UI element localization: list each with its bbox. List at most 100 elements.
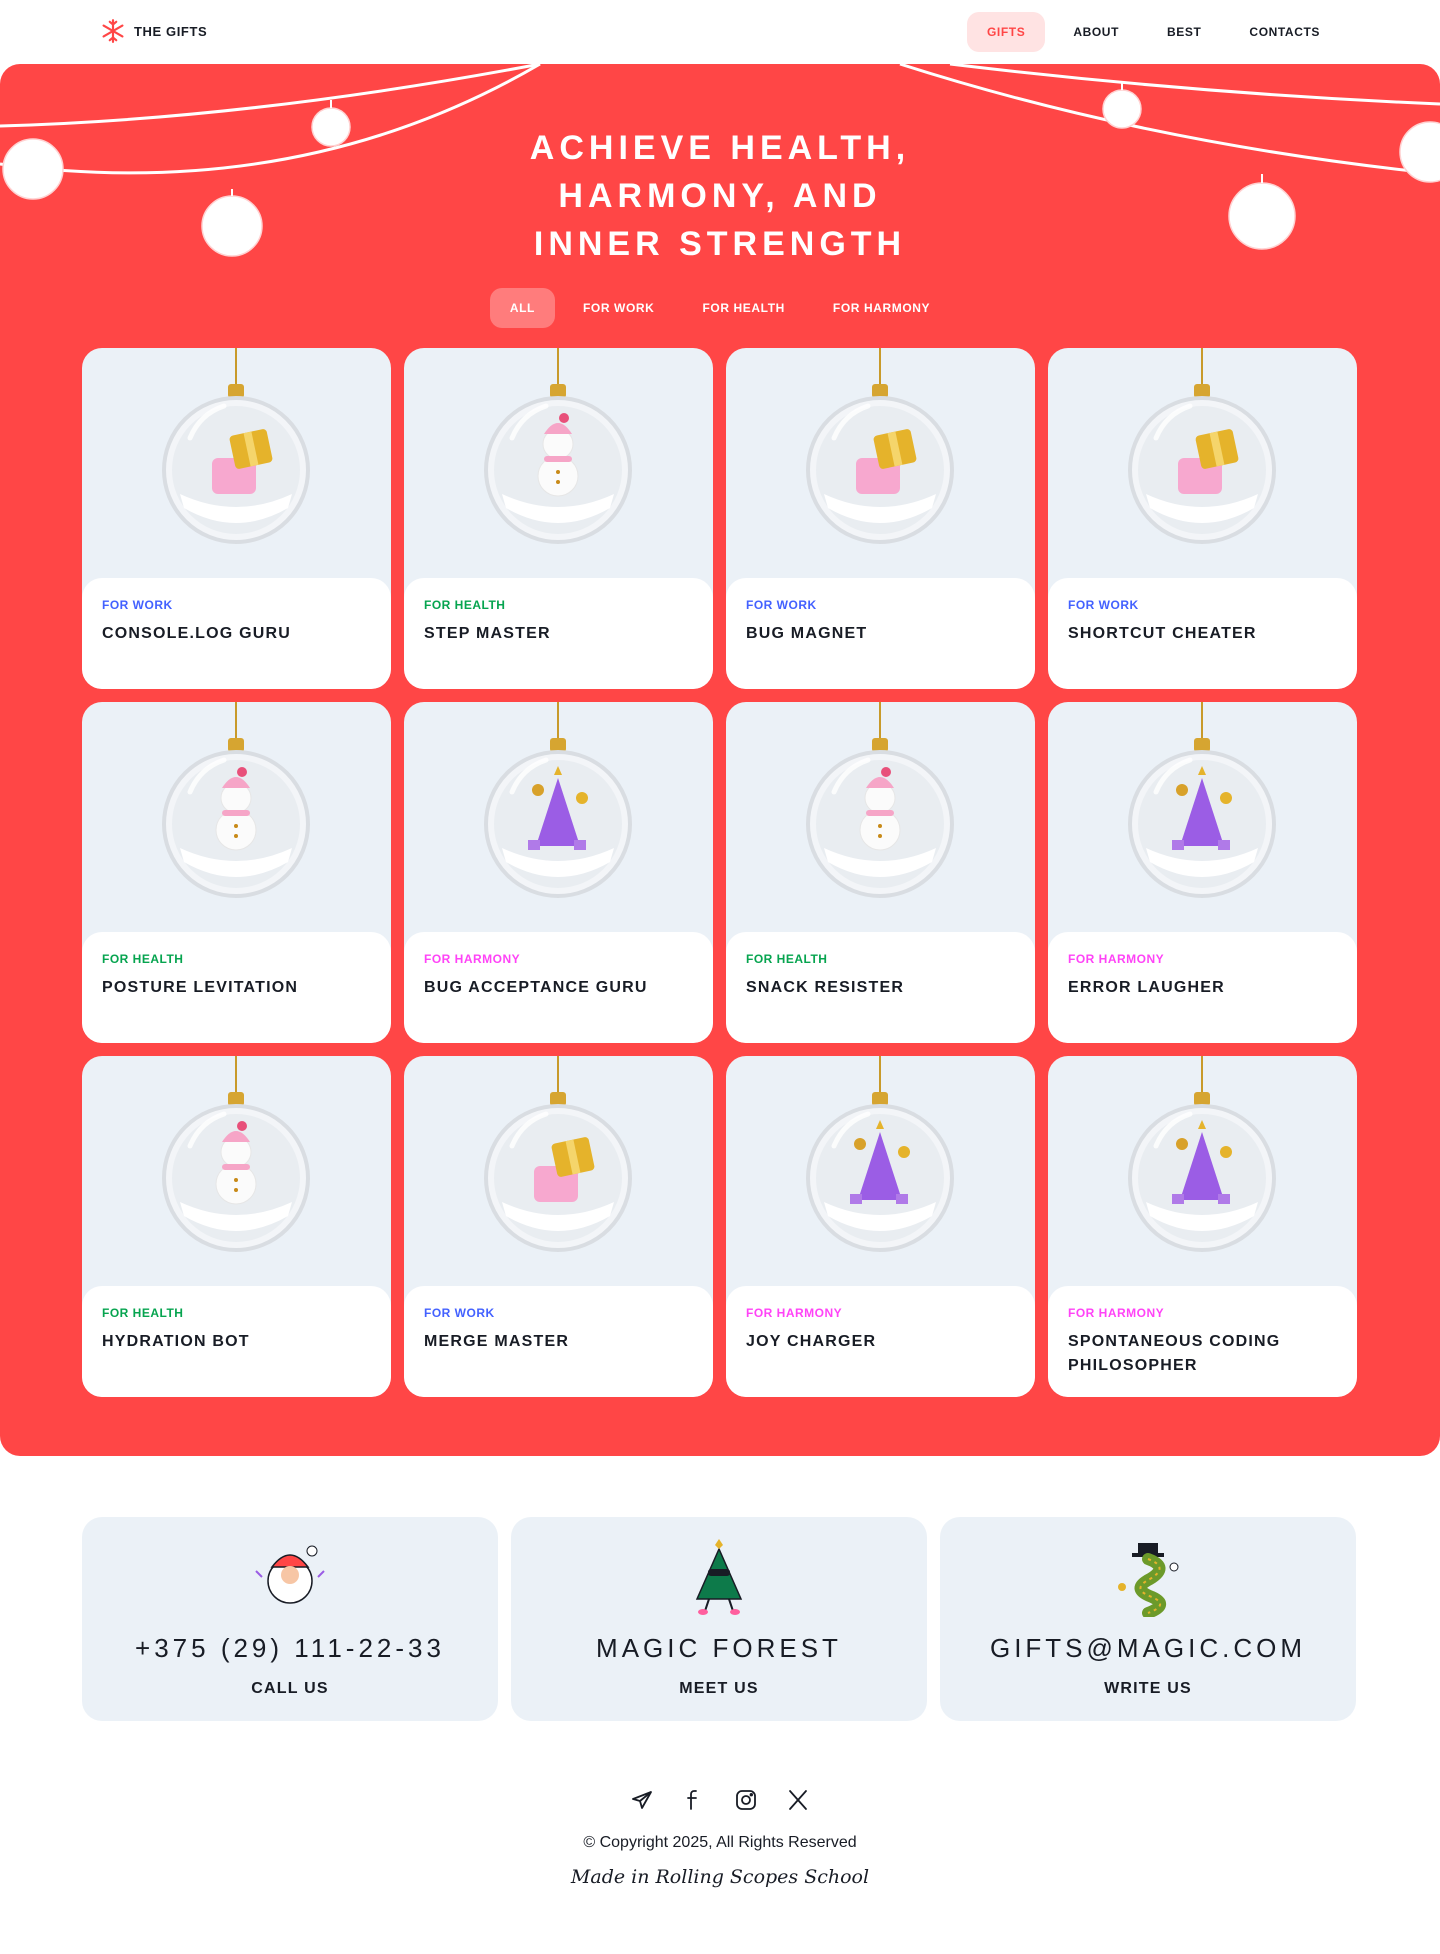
card-title: SPONTANEOUS CODING PHILOSOPHER: [1068, 1333, 1281, 1374]
tab-for-work[interactable]: FOR WORK: [563, 288, 674, 328]
contact-card[interactable]: +375 (29) 111-22-33 CALL US: [82, 1517, 498, 1721]
hero-title: ACHIEVE HEALTH, HARMONY, AND INNER STREN…: [420, 124, 1020, 268]
tab-for-harmony[interactable]: FOR HARMONY: [813, 288, 950, 328]
card-body: FOR HARMONY SPONTANEOUS CODING PHILOSOPHE…: [1048, 1286, 1357, 1397]
card-title: JOY CHARGER: [746, 1333, 877, 1350]
contact-value: +375 (29) 111-22-33: [135, 1633, 445, 1663]
card-body: FOR WORK MERGE MASTER: [404, 1286, 713, 1397]
gift-ornament-image: [484, 1056, 632, 1252]
contact-label: MEET US: [679, 1680, 759, 1697]
snowman-ornament-image: [162, 1056, 310, 1252]
tree-ornament-image: [1128, 1056, 1276, 1252]
card-title: MERGE MASTER: [424, 1333, 570, 1350]
christmas-tree-illustration: [695, 1539, 743, 1615]
card-category: FOR HEALTH: [424, 598, 506, 612]
gift-card[interactable]: FOR HEALTH SNACK RESISTER: [726, 702, 1035, 1043]
gift-ornament-image: [806, 348, 954, 544]
card-category: FOR HEALTH: [746, 952, 828, 966]
made-in-rss[interactable]: Made in Rolling Scopes School: [0, 1866, 1440, 1888]
card-title: BUG ACCEPTANCE GURU: [424, 979, 648, 996]
card-body: FOR HARMONY BUG ACCEPTANCE GURU: [404, 932, 713, 1043]
card-category: FOR HARMONY: [424, 952, 521, 966]
logo[interactable]: THE GIFTS: [100, 18, 207, 44]
snake-illustration: [1118, 1543, 1179, 1617]
card-title: SHORTCUT CHEATER: [1068, 625, 1257, 642]
site-header: THE GIFTS GIFTS ABOUT BEST CONTACTS: [0, 0, 1440, 64]
contact-label: CALL US: [251, 1680, 329, 1697]
card-title: POSTURE LEVITATION: [102, 979, 299, 996]
gift-card[interactable]: FOR HARMONY BUG ACCEPTANCE GURU: [404, 702, 713, 1043]
social-links: [0, 1788, 1440, 1812]
card-body: FOR HEALTH HYDRATION BOT: [82, 1286, 391, 1397]
card-category: FOR WORK: [1068, 598, 1139, 612]
tree-ornament-image: [1128, 702, 1276, 898]
card-category: FOR HARMONY: [746, 1306, 843, 1320]
gift-ornament-image: [1128, 348, 1276, 544]
tab-for-health[interactable]: FOR HEALTH: [682, 288, 804, 328]
card-title: BUG MAGNET: [746, 625, 868, 642]
hero-title-line-3: INNER STRENGTH: [533, 225, 907, 263]
gift-card[interactable]: FOR WORK BUG MAGNET: [726, 348, 1035, 689]
card-title: STEP MASTER: [424, 625, 551, 642]
snowman-ornament-image: [162, 702, 310, 898]
card-category: FOR HARMONY: [1068, 1306, 1165, 1320]
card-body: FOR HEALTH STEP MASTER: [404, 578, 713, 689]
card-body: FOR HEALTH POSTURE LEVITATION: [82, 932, 391, 1043]
gift-ornament-image: [162, 348, 310, 544]
telegram-icon[interactable]: [630, 1788, 654, 1812]
card-body: FOR WORK BUG MAGNET: [726, 578, 1035, 689]
gift-card[interactable]: FOR WORK CONSOLE.LOG GURU: [82, 348, 391, 689]
gift-card-grid: FOR WORK CONSOLE.LOG GURU FOR HEALTH STEP M…: [82, 348, 1358, 1397]
snowflake-icon: [102, 19, 124, 43]
category-tabs: ALL FOR WORK FOR HEALTH FOR HARMONY: [0, 288, 1440, 328]
card-title: SNACK RESISTER: [746, 979, 905, 996]
contacts-section: +375 (29) 111-22-33 CALL US MAGIC FOREST ME…: [82, 1517, 1358, 1721]
card-body: FOR WORK CONSOLE.LOG GURU: [82, 578, 391, 689]
card-body: FOR HARMONY ERROR LAUGHER: [1048, 932, 1357, 1043]
instagram-icon[interactable]: [734, 1788, 758, 1812]
tab-all[interactable]: ALL: [489, 288, 555, 328]
contact-value: GIFTS@MAGIC.COM: [989, 1633, 1307, 1663]
tree-ornament-image: [806, 1056, 954, 1252]
copyright: © Copyright 2025, All Rights Reserved: [583, 1834, 857, 1851]
snowman-ornament-image: [484, 348, 632, 544]
contact-value: MAGIC FOREST: [596, 1633, 842, 1663]
gifts-hero: ACHIEVE HEALTH, HARMONY, AND INNER STREN…: [0, 64, 1440, 1456]
nav-about[interactable]: ABOUT: [1053, 12, 1139, 52]
gift-card[interactable]: FOR HARMONY JOY CHARGER: [726, 1056, 1035, 1397]
gift-card[interactable]: FOR HARMONY ERROR LAUGHER: [1048, 702, 1357, 1043]
gift-card[interactable]: FOR HARMONY SPONTANEOUS CODING PHILOSOPHE…: [1048, 1056, 1357, 1397]
contact-label: WRITE US: [1104, 1680, 1192, 1697]
main-nav: GIFTS ABOUT BEST CONTACTS: [967, 12, 1340, 52]
santa-illustration: [255, 1545, 325, 1604]
gift-card[interactable]: FOR HEALTH STEP MASTER: [404, 348, 713, 689]
card-body: FOR HARMONY JOY CHARGER: [726, 1286, 1035, 1397]
card-category: FOR HARMONY: [1068, 952, 1165, 966]
tree-ornament-image: [484, 702, 632, 898]
gift-card[interactable]: FOR WORK MERGE MASTER: [404, 1056, 713, 1397]
gift-card[interactable]: FOR HEALTH HYDRATION BOT: [82, 1056, 391, 1397]
card-category: FOR WORK: [746, 598, 817, 612]
nav-gifts[interactable]: GIFTS: [967, 12, 1046, 52]
card-category: FOR WORK: [424, 1306, 495, 1320]
contact-card[interactable]: GIFTS@MAGIC.COM WRITE US: [940, 1517, 1356, 1721]
card-category: FOR WORK: [102, 598, 173, 612]
card-category: FOR HEALTH: [102, 952, 184, 966]
contact-card[interactable]: MAGIC FOREST MEET US: [511, 1517, 927, 1721]
x-icon[interactable]: [786, 1788, 810, 1812]
card-title: CONSOLE.LOG GURU: [102, 625, 291, 642]
gift-card[interactable]: FOR HEALTH POSTURE LEVITATION: [82, 702, 391, 1043]
card-title: ERROR LAUGHER: [1068, 979, 1225, 996]
logo-text: THE GIFTS: [134, 23, 208, 39]
nav-best[interactable]: BEST: [1147, 12, 1221, 52]
facebook-icon[interactable]: [682, 1788, 706, 1812]
snowman-ornament-image: [806, 702, 954, 898]
hero-title-line-1: ACHIEVE HEALTH,: [529, 129, 911, 167]
card-body: FOR HEALTH SNACK RESISTER: [726, 932, 1035, 1043]
card-body: FOR WORK SHORTCUT CHEATER: [1048, 578, 1357, 689]
hero-title-line-2: HARMONY, AND: [558, 177, 882, 215]
nav-contacts[interactable]: CONTACTS: [1229, 12, 1340, 52]
card-title: HYDRATION BOT: [102, 1333, 250, 1350]
gift-card[interactable]: FOR WORK SHORTCUT CHEATER: [1048, 348, 1357, 689]
card-category: FOR HEALTH: [102, 1306, 184, 1320]
